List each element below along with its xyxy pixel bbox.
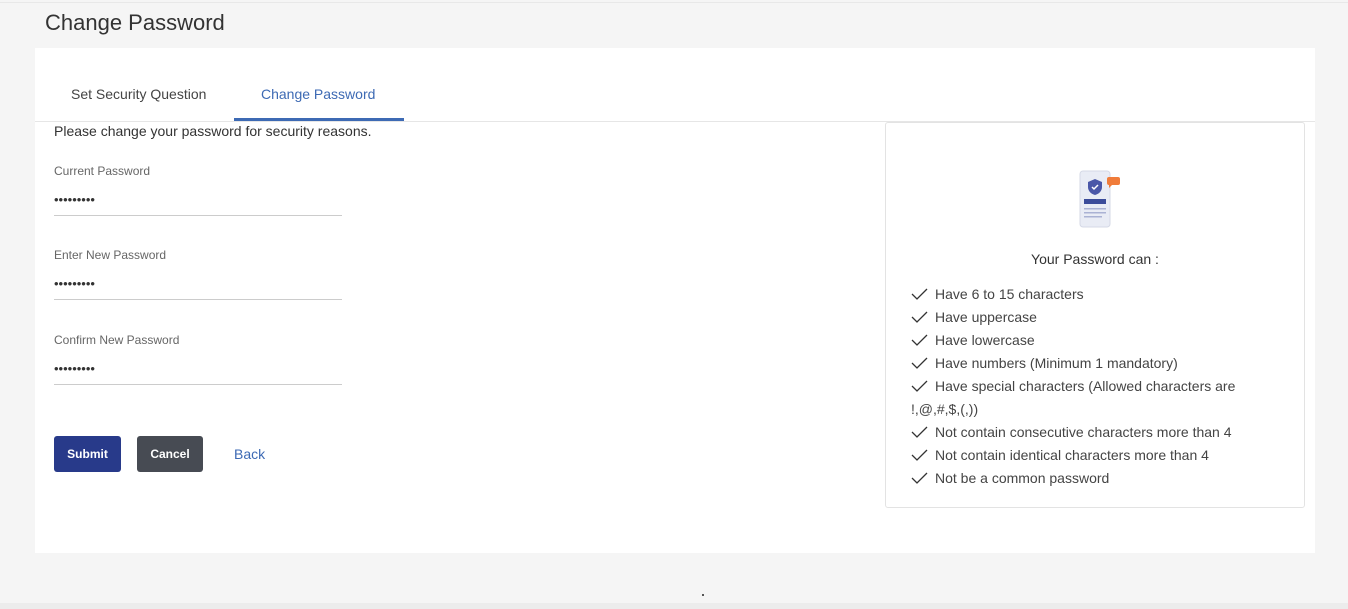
rule-text: Have 6 to 15 characters	[935, 286, 1084, 302]
current-password-group: Current Password	[54, 164, 342, 216]
rules-list: Have 6 to 15 characters Have uppercase H…	[911, 283, 1271, 490]
rule-item: Have numbers (Minimum 1 mandatory)	[911, 352, 1271, 375]
check-icon	[911, 426, 928, 438]
rule-item: Not contain consecutive characters more …	[911, 421, 1271, 444]
rule-text: Have special characters (Allowed charact…	[911, 378, 1236, 417]
tab-set-security-question[interactable]: Set Security Question	[71, 86, 206, 102]
rule-item: Not contain identical characters more th…	[911, 444, 1271, 467]
rule-item: Have 6 to 15 characters	[911, 283, 1271, 306]
check-icon	[911, 288, 928, 300]
footer-dot	[702, 594, 704, 596]
new-password-input[interactable]	[54, 276, 342, 300]
check-icon	[911, 449, 928, 461]
rule-text: Not contain consecutive characters more …	[935, 424, 1232, 440]
current-password-input[interactable]	[54, 192, 342, 216]
check-icon	[911, 311, 928, 323]
submit-button[interactable]: Submit	[54, 436, 121, 472]
rule-item: Not be a common password	[911, 467, 1271, 490]
check-icon	[911, 334, 928, 346]
tab-change-password[interactable]: Change Password	[261, 86, 375, 102]
top-divider	[0, 2, 1348, 3]
current-password-label: Current Password	[54, 164, 151, 178]
rule-text: Have uppercase	[935, 309, 1037, 325]
rule-item: Have lowercase	[911, 329, 1271, 352]
page-title: Change Password	[45, 10, 225, 35]
back-link[interactable]: Back	[234, 446, 265, 462]
rule-item: Have uppercase	[911, 306, 1271, 329]
rule-item: Have special characters (Allowed charact…	[911, 375, 1271, 421]
rules-heading: Your Password can :	[1031, 251, 1159, 267]
confirm-password-group: Confirm New Password	[54, 333, 342, 385]
confirm-password-label: Confirm New Password	[54, 333, 180, 347]
phone-shield-icon	[1079, 170, 1120, 228]
check-icon	[911, 357, 928, 369]
check-icon	[911, 380, 928, 392]
rule-text: Have numbers (Minimum 1 mandatory)	[935, 355, 1178, 371]
rule-text: Have lowercase	[935, 332, 1035, 348]
confirm-password-input[interactable]	[54, 361, 342, 385]
main-card: Set Security Question Change Password Pl…	[35, 48, 1315, 553]
tab-bar: Set Security Question Change Password	[35, 48, 1315, 122]
intro-text: Please change your password for security…	[54, 123, 372, 139]
active-tab-indicator	[234, 118, 404, 121]
new-password-label: Enter New Password	[54, 248, 167, 262]
new-password-group: Enter New Password	[54, 248, 342, 300]
footer-bar	[0, 603, 1348, 609]
rule-text: Not contain identical characters more th…	[935, 447, 1209, 463]
rule-text: Not be a common password	[935, 470, 1110, 486]
cancel-button[interactable]: Cancel	[137, 436, 203, 472]
check-icon	[911, 472, 928, 484]
password-rules-panel: Your Password can : Have 6 to 15 charact…	[885, 122, 1305, 508]
